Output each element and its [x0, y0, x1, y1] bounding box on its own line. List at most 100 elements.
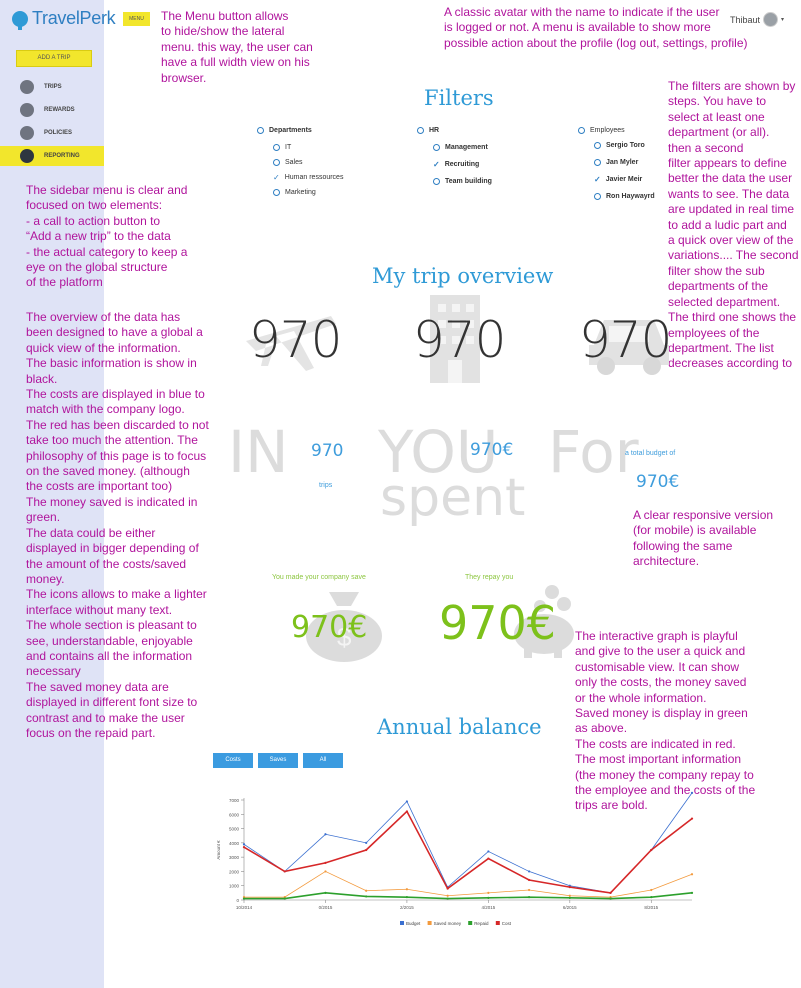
data-point — [690, 873, 694, 876]
legend-swatch — [400, 921, 404, 925]
data-point — [283, 897, 286, 900]
tab-costs[interactable]: Costs — [213, 753, 253, 768]
x-tick-label: 10/2014 — [236, 905, 253, 910]
data-point — [527, 878, 531, 882]
repay-label: They repay you — [465, 574, 514, 581]
avatar — [763, 12, 779, 27]
budget-label: a total budget of — [625, 450, 676, 457]
sidebar-item-policies[interactable]: POLICIES — [0, 123, 104, 143]
legend-label: Repaid — [474, 921, 489, 926]
check-icon: ✓ — [433, 160, 440, 169]
sidebar-item-reporting[interactable]: REPORTING — [0, 146, 104, 166]
data-point — [527, 888, 531, 892]
filter-option-it[interactable]: IT — [273, 144, 291, 151]
filter-label: Departments — [269, 127, 312, 134]
sidebar-item-rewards[interactable]: REWARDS — [0, 100, 104, 120]
filter-option-jan-myler[interactable]: Jan Myler — [594, 159, 638, 166]
annotation-filters: The filters are shown by steps. You have… — [668, 79, 799, 371]
filter-label: IT — [285, 144, 292, 151]
stat-value-2: 970 — [413, 311, 506, 369]
series-line-repaid — [244, 892, 693, 900]
menu-button[interactable]: MENU — [123, 12, 150, 26]
x-tick-label: 6/2015 — [563, 905, 577, 910]
trips-value: 970 — [311, 441, 344, 461]
filter-label: Team building — [445, 178, 492, 185]
sidebar-item-label: REPORTING — [44, 153, 80, 159]
data-point — [324, 833, 327, 836]
sidebar-item-label: POLICIES — [44, 130, 73, 136]
filter-hr-header[interactable]: HR — [417, 127, 439, 134]
data-point — [568, 894, 571, 897]
tab-saves[interactable]: Saves — [258, 753, 298, 768]
data-point — [405, 888, 409, 891]
data-point — [365, 895, 368, 898]
filter-option-management[interactable]: Management — [433, 144, 488, 151]
radio-icon — [433, 178, 440, 185]
data-point — [446, 894, 449, 897]
filter-option-recruiting[interactable]: ✓ Recruiting — [433, 160, 479, 169]
data-point — [568, 896, 571, 899]
filter-label: Jan Myler — [606, 159, 639, 166]
data-point — [365, 889, 368, 892]
trips-label: trips — [319, 482, 333, 489]
x-tick-label: 4/2015 — [481, 905, 495, 910]
y-axis-label: Amount € — [216, 840, 221, 860]
filter-departments-header[interactable]: Departments — [257, 127, 312, 134]
legend-swatch — [427, 921, 432, 925]
sidebar-item-trips[interactable]: TRIPS — [0, 77, 104, 97]
x-tick-label: 0/2015 — [319, 905, 333, 910]
data-point — [609, 897, 612, 900]
radio-icon — [273, 159, 280, 166]
filter-option-sales[interactable]: Sales — [273, 159, 303, 166]
radio-icon — [578, 127, 585, 134]
data-point — [609, 891, 612, 894]
data-point — [487, 896, 490, 899]
x-tick-label: 8/2015 — [644, 905, 658, 910]
y-tick-label: 0 — [236, 898, 239, 903]
data-point — [650, 888, 653, 892]
data-point — [365, 841, 368, 844]
filter-option-marketing[interactable]: Marketing — [273, 189, 316, 196]
filter-label: Human ressources — [284, 174, 344, 181]
filter-option-javier-meir[interactable]: ✓ Javier Meir — [594, 176, 642, 184]
annual-balance-title: Annual balance — [377, 715, 542, 739]
annotation-overview: The overview of the data has been design… — [26, 310, 209, 740]
legend-swatch — [495, 921, 500, 925]
sidebar-item-label: REWARDS — [44, 107, 75, 113]
filter-employees-header[interactable]: Employees — [578, 127, 625, 134]
data-point — [487, 891, 490, 894]
radio-icon — [273, 189, 280, 196]
filter-label: HR — [429, 127, 440, 134]
user-menu[interactable]: Thibaut ▾ — [730, 12, 784, 27]
filter-label: Sergio Toro — [606, 142, 645, 149]
data-point — [365, 848, 368, 852]
add-trip-button[interactable]: ADD A TRIP — [16, 50, 92, 67]
user-name: Thibaut — [730, 14, 761, 25]
y-tick-label: 6000 — [229, 812, 240, 817]
annual-balance-chart[interactable]: 0 1000 2000 3000 4000 5000 6000 7000 Amount € 10/… — [210, 790, 700, 935]
y-tick-label: 2000 — [229, 869, 240, 874]
y-tick-label: 7000 — [229, 798, 240, 803]
sidebar-item-label: TRIPS — [44, 84, 62, 90]
data-point — [324, 870, 327, 873]
data-point — [446, 897, 449, 900]
check-icon: ✓ — [273, 173, 280, 182]
brand-logo[interactable]: TravelPerk — [12, 8, 116, 30]
filter-option-human-ressources[interactable]: ✓ Human ressources — [273, 173, 344, 182]
radio-icon — [594, 142, 601, 149]
filter-option-team-building[interactable]: Team building — [433, 178, 492, 185]
tab-all[interactable]: All — [303, 753, 343, 768]
radio-icon — [257, 127, 264, 134]
radio-icon — [594, 159, 601, 166]
annotation-graph: The interactive graph is playful and giv… — [575, 629, 756, 813]
radio-icon — [273, 144, 280, 151]
y-tick-label: 3000 — [229, 855, 240, 860]
data-point — [690, 791, 694, 794]
filter-label: Sales — [285, 159, 303, 166]
data-point — [242, 843, 246, 846]
logo-pin-icon — [12, 10, 28, 30]
filter-option-ron-haywayrd[interactable]: Ron Haywayrd — [594, 193, 655, 200]
trips-icon — [20, 80, 34, 94]
filter-option-sergio-toro[interactable]: Sergio Toro — [594, 142, 645, 149]
data-point — [324, 861, 327, 864]
